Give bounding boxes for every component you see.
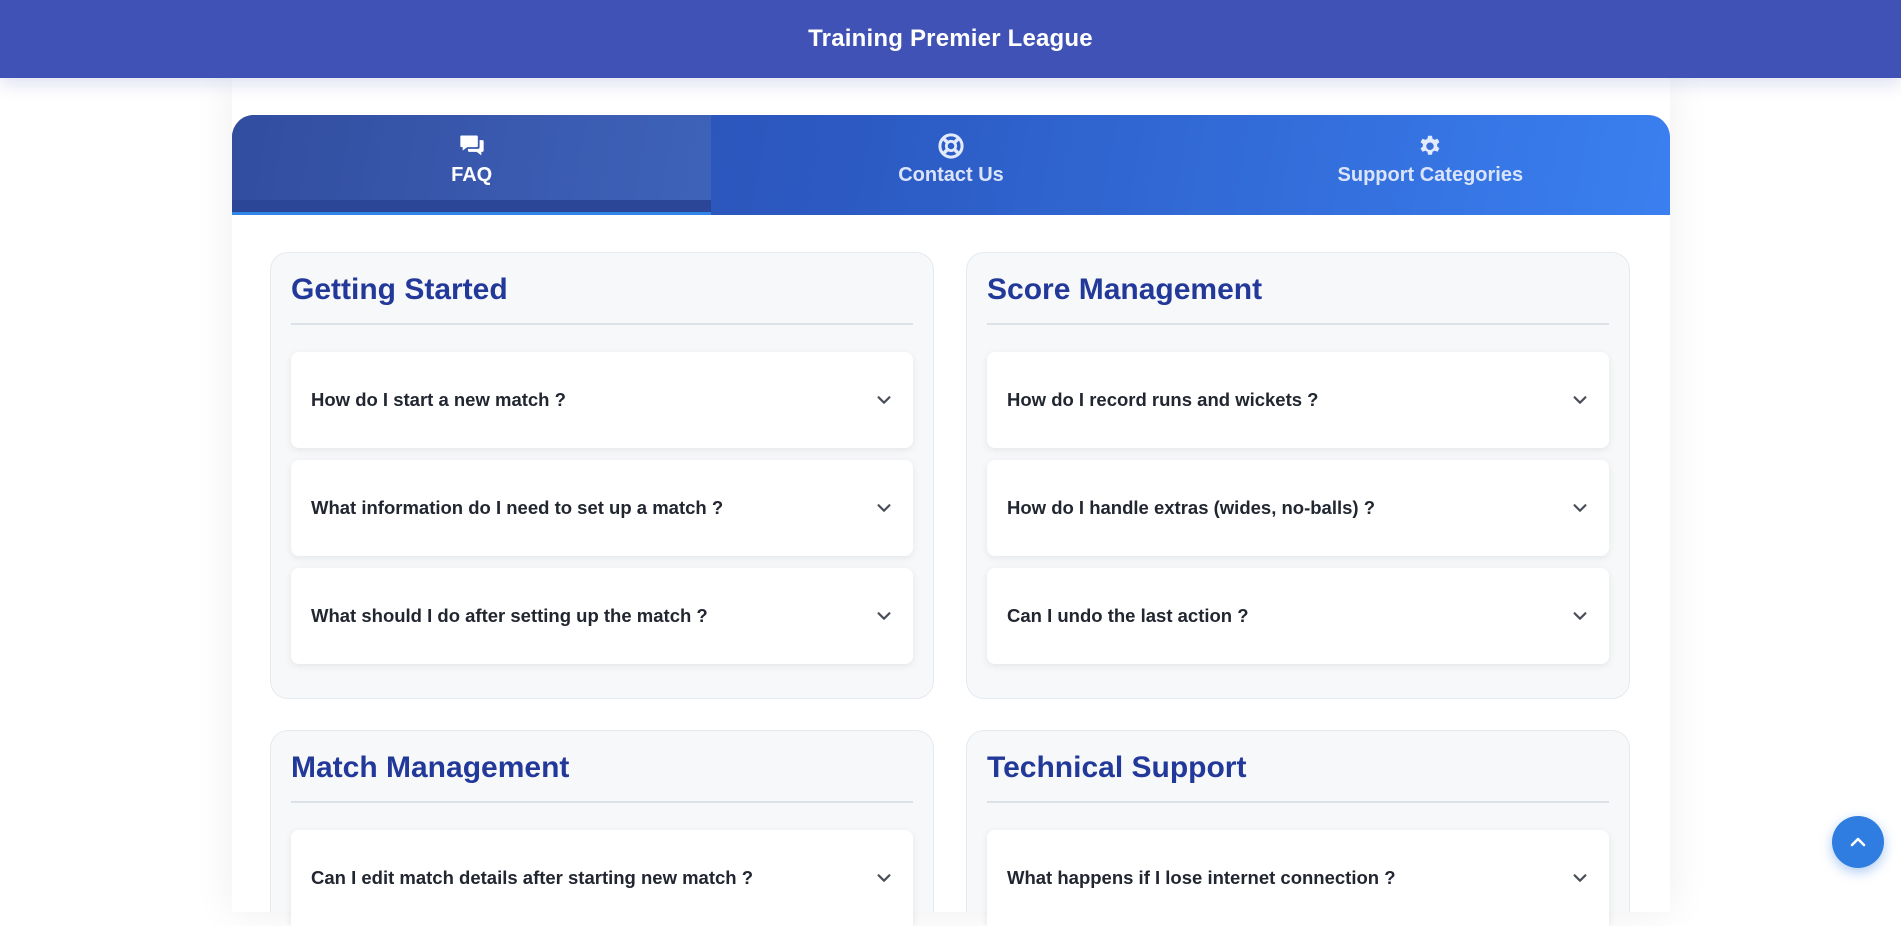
chevron-down-icon: [877, 612, 891, 620]
section-title: Getting Started: [291, 273, 913, 325]
gear-icon: [1420, 135, 1440, 155]
faq-question[interactable]: How do I handle extras (wides, no-balls)…: [987, 460, 1609, 556]
faq-section-match-management: Match Management Can I edit match detail…: [270, 730, 934, 926]
faq-question-text: What happens if I lose internet connecti…: [1007, 867, 1396, 888]
faq-question-text: How do I start a new match ?: [311, 389, 566, 410]
tab-support-categories[interactable]: Support Categories: [1191, 115, 1670, 215]
app-header: Training Premier League: [0, 0, 1901, 78]
faq-section-score-management: Score Management How do I record runs an…: [966, 252, 1630, 699]
tab-faq[interactable]: FAQ: [232, 115, 712, 215]
faq-question-text: How do I handle extras (wides, no-balls)…: [1007, 497, 1375, 518]
tab-contact-us[interactable]: Contact Us: [711, 115, 1190, 215]
tab-support-categories-label: Support Categories: [1337, 163, 1524, 186]
chat-icon: [459, 135, 484, 155]
faq-question-text: What information do I need to set up a m…: [311, 497, 724, 518]
faq-section-getting-started: Getting Started How do I start a new mat…: [270, 252, 934, 699]
tab-faq-label: FAQ: [451, 163, 493, 186]
app-title: Training Premier League: [808, 25, 1093, 52]
chevron-down-icon: [877, 874, 891, 882]
faq-question[interactable]: What information do I need to set up a m…: [291, 460, 913, 556]
scroll-to-top-button[interactable]: [1832, 816, 1884, 868]
section-title: Match Management: [291, 751, 913, 803]
faq-question-text: How do I record runs and wickets ?: [1007, 389, 1319, 410]
faq-question[interactable]: Can I undo the last action ?: [987, 568, 1609, 664]
chevron-down-icon: [1573, 396, 1587, 404]
tab-bar: FAQ Contact Us Support Categories: [232, 115, 1670, 215]
section-title: Score Management: [987, 273, 1609, 325]
lifebuoy-icon: [938, 132, 964, 159]
faq-question[interactable]: What should I do after setting up the ma…: [291, 568, 913, 664]
chevron-down-icon: [877, 504, 891, 512]
faq-question[interactable]: How do I record runs and wickets ?: [987, 352, 1609, 448]
chevron-up-icon: [1850, 837, 1866, 847]
chevron-down-icon: [1573, 612, 1587, 620]
faq-question-text: Can I undo the last action ?: [1007, 605, 1249, 626]
faq-question-text: Can I edit match details after starting …: [311, 867, 754, 888]
chevron-down-icon: [877, 396, 891, 404]
chevron-down-icon: [1573, 874, 1587, 882]
chevron-down-icon: [1573, 504, 1587, 512]
faq-question-text: What should I do after setting up the ma…: [311, 605, 708, 626]
section-title: Technical Support: [987, 751, 1609, 803]
tab-contact-us-label: Contact Us: [898, 163, 1004, 186]
faq-question[interactable]: How do I start a new match ?: [291, 352, 913, 448]
faq-section-technical-support: Technical Support What happens if I lose…: [966, 730, 1630, 926]
